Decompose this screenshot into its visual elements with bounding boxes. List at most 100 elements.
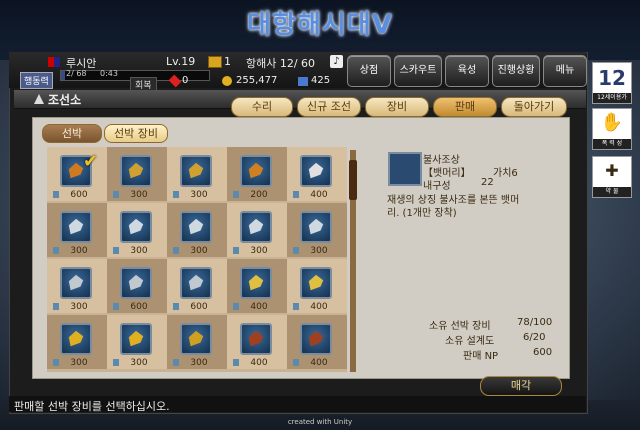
equipment-icon xyxy=(60,323,92,355)
equipment-icon xyxy=(120,267,152,299)
item-price: 300 xyxy=(70,358,88,368)
item-slot[interactable]: 600 xyxy=(167,259,227,313)
item-slot[interactable]: 600 xyxy=(107,259,167,313)
violence-rating-badge: ✋ 폭 력 성 xyxy=(592,108,632,150)
item-slot[interactable]: 400 xyxy=(287,259,347,313)
stat-owned-equipment-label: 소유 선박 장비 xyxy=(429,321,491,332)
item-price: 200 xyxy=(250,190,268,200)
item-price: 600 xyxy=(190,302,208,312)
equipment-icon xyxy=(240,267,272,299)
drug-caption: 약 물 xyxy=(593,187,631,197)
nav-button-train[interactable]: 육성 xyxy=(445,55,489,87)
item-price: 300 xyxy=(190,246,208,256)
item-slot[interactable]: 300 xyxy=(287,203,347,257)
game-title: 대항해시대V xyxy=(247,10,393,40)
equipment-icon xyxy=(180,155,212,187)
cargo-icon xyxy=(298,77,308,86)
equipment-icon xyxy=(180,267,212,299)
grid-scroll-thumb[interactable] xyxy=(349,160,357,200)
age-rating-caption: 12세이용가 xyxy=(593,93,631,103)
shipyard-title: 조선소 xyxy=(48,93,82,107)
item-slot[interactable]: 400 xyxy=(287,147,347,201)
item-price: 300 xyxy=(190,358,208,368)
nav-button-menu[interactable]: 메뉴 xyxy=(543,55,587,87)
gold-count: 255,477 xyxy=(236,75,278,86)
drug-rating-badge: ✚ 약 물 xyxy=(592,156,632,198)
item-slot[interactable]: 400 xyxy=(287,315,347,369)
item-slot[interactable]: 300 xyxy=(107,203,167,257)
detail-item-value: 가치6 xyxy=(493,168,518,179)
violence-caption: 폭 력 성 xyxy=(593,139,631,149)
age-rating-badge: 12 12세이용가 xyxy=(592,62,632,104)
item-slot[interactable]: 300 xyxy=(47,203,107,257)
item-price: 400 xyxy=(250,302,268,312)
item-slot[interactable]: 300 xyxy=(167,203,227,257)
sell-button[interactable]: 매각 xyxy=(480,376,562,396)
tab-sell[interactable]: 판매 xyxy=(433,97,497,117)
item-slot[interactable]: 300 xyxy=(107,315,167,369)
age-rating-number: 12 xyxy=(598,66,626,90)
item-slot[interactable]: 400 xyxy=(227,315,287,369)
equipment-icon xyxy=(300,323,332,355)
nav-button-scout[interactable]: 스카우트 xyxy=(394,55,442,87)
stat-owned-blueprints-label: 소유 설계도 xyxy=(445,336,495,347)
item-slot[interactable]: 300 xyxy=(47,315,107,369)
item-price: 400 xyxy=(250,358,268,368)
item-grid: 600 ✔ 300 300 200 400 300 300 300 300 300 300 600 600… xyxy=(47,147,347,372)
item-slot[interactable]: 300 xyxy=(227,203,287,257)
status-message: 판매할 선박 장비를 선택하십시오. xyxy=(14,400,170,413)
violence-icon: ✋ xyxy=(600,112,624,133)
stat-owned-equipment-value: 78/100 xyxy=(517,317,553,328)
chest-count: 1 xyxy=(224,55,231,68)
equipment-icon xyxy=(120,323,152,355)
item-price: 300 xyxy=(250,246,268,256)
item-slot[interactable]: 300 xyxy=(47,259,107,313)
rank-badge: 행동력 xyxy=(20,72,53,89)
item-price: 400 xyxy=(310,302,328,312)
tab-repair[interactable]: 수리 xyxy=(231,97,293,117)
stat-sell-np-value: 600 xyxy=(533,347,553,358)
unity-credit: created with Unity xyxy=(287,418,353,426)
music-note-icon[interactable]: ♪ xyxy=(330,55,343,68)
equipment-icon xyxy=(120,155,152,187)
subtab-ships[interactable]: 선박 xyxy=(42,124,102,143)
equipment-icon xyxy=(60,211,92,243)
tab-new-build[interactable]: 신규 조선 xyxy=(297,97,361,117)
xp-time: 0:43 xyxy=(100,69,118,78)
item-slot[interactable]: 300 xyxy=(167,315,227,369)
item-slot[interactable]: 300 xyxy=(107,147,167,201)
item-price: 600 xyxy=(70,190,88,200)
gem-count: 0 xyxy=(182,75,189,86)
equipment-icon xyxy=(300,155,332,187)
item-price: 300 xyxy=(70,302,88,312)
tab-return[interactable]: 돌아가기 xyxy=(501,97,567,117)
item-price: 300 xyxy=(70,246,88,256)
item-price: 300 xyxy=(130,190,148,200)
equipment-icon xyxy=(60,267,92,299)
selected-check-icon: ✔ xyxy=(83,151,99,172)
detail-durability-label: 내구성 xyxy=(423,181,451,192)
item-price: 300 xyxy=(190,190,208,200)
detail-item-icon xyxy=(388,152,422,186)
item-slot[interactable]: 400 xyxy=(227,259,287,313)
item-price: 600 xyxy=(130,302,148,312)
item-price: 300 xyxy=(130,358,148,368)
flag-icon xyxy=(48,57,60,67)
equipment-icon xyxy=(240,323,272,355)
gold-coin-icon xyxy=(222,76,232,86)
item-slot[interactable]: 200 xyxy=(227,147,287,201)
item-slot[interactable]: 600 ✔ xyxy=(47,147,107,201)
tab-equipment[interactable]: 장비 xyxy=(365,97,429,117)
equipment-icon xyxy=(240,155,272,187)
detail-durability-value: 22 xyxy=(481,177,494,188)
equipment-icon xyxy=(180,211,212,243)
player-level: Lv.19 xyxy=(166,55,196,68)
nav-button-progress[interactable]: 진행상황 xyxy=(492,55,540,87)
subtab-ship-equipment[interactable]: 선박 장비 xyxy=(104,124,168,143)
cargo-count: 425 xyxy=(311,75,331,86)
equipment-icon xyxy=(300,267,332,299)
equipment-icon xyxy=(120,211,152,243)
nav-button-shop[interactable]: 상점 xyxy=(347,55,391,87)
chest-icon xyxy=(208,56,222,68)
item-slot[interactable]: 300 xyxy=(167,147,227,201)
